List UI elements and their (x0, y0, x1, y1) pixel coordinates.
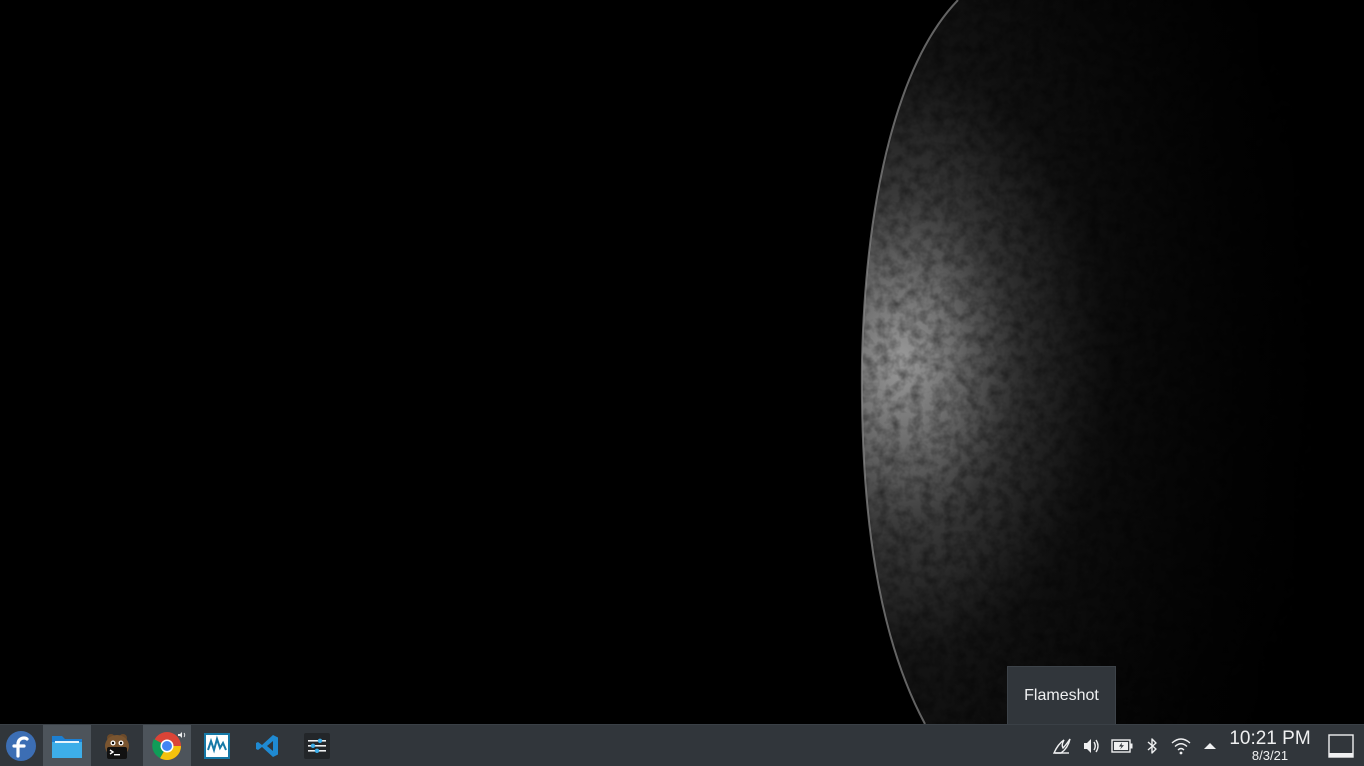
tray-volume[interactable] (1080, 735, 1102, 757)
task-terminal[interactable] (93, 725, 141, 766)
tray-flameshot[interactable] (1051, 735, 1073, 757)
task-wireshark[interactable] (193, 725, 241, 766)
task-file-manager[interactable] (43, 725, 91, 766)
task-settings[interactable] (293, 725, 341, 766)
taskbar: 10:21 PM 8/3/21 (0, 724, 1364, 766)
wifi-icon (1171, 738, 1191, 755)
audio-playing-icon (178, 732, 186, 738)
clock-date: 8/3/21 (1251, 748, 1289, 763)
terminal-icon (105, 733, 129, 759)
task-chrome[interactable] (143, 725, 191, 766)
tray-battery[interactable] (1110, 735, 1134, 757)
folder-icon (52, 735, 82, 758)
show-desktop-icon (1328, 734, 1354, 758)
desktop[interactable]: Flameshot (0, 0, 1364, 724)
wireshark-icon (204, 732, 230, 759)
tray-expand[interactable] (1199, 735, 1221, 757)
tray-bluetooth[interactable] (1141, 735, 1163, 757)
moon-wallpaper (860, 0, 1364, 724)
flameshot-tooltip: Flameshot (1007, 666, 1116, 724)
settings-sliders-icon (304, 732, 330, 759)
fedora-icon (6, 730, 36, 761)
speaker-icon (1084, 739, 1099, 753)
application-launcher[interactable] (0, 725, 42, 766)
chevron-up-icon (1204, 743, 1216, 749)
vscode-icon (256, 734, 278, 757)
task-vscode[interactable] (243, 725, 291, 766)
show-desktop-button[interactable] (1328, 734, 1354, 758)
tooltip-text: Flameshot (1024, 686, 1099, 704)
battery-icon (1111, 739, 1133, 753)
bluetooth-icon (1147, 738, 1157, 754)
flameshot-icon (1052, 738, 1071, 754)
tray-wifi[interactable] (1170, 735, 1192, 757)
